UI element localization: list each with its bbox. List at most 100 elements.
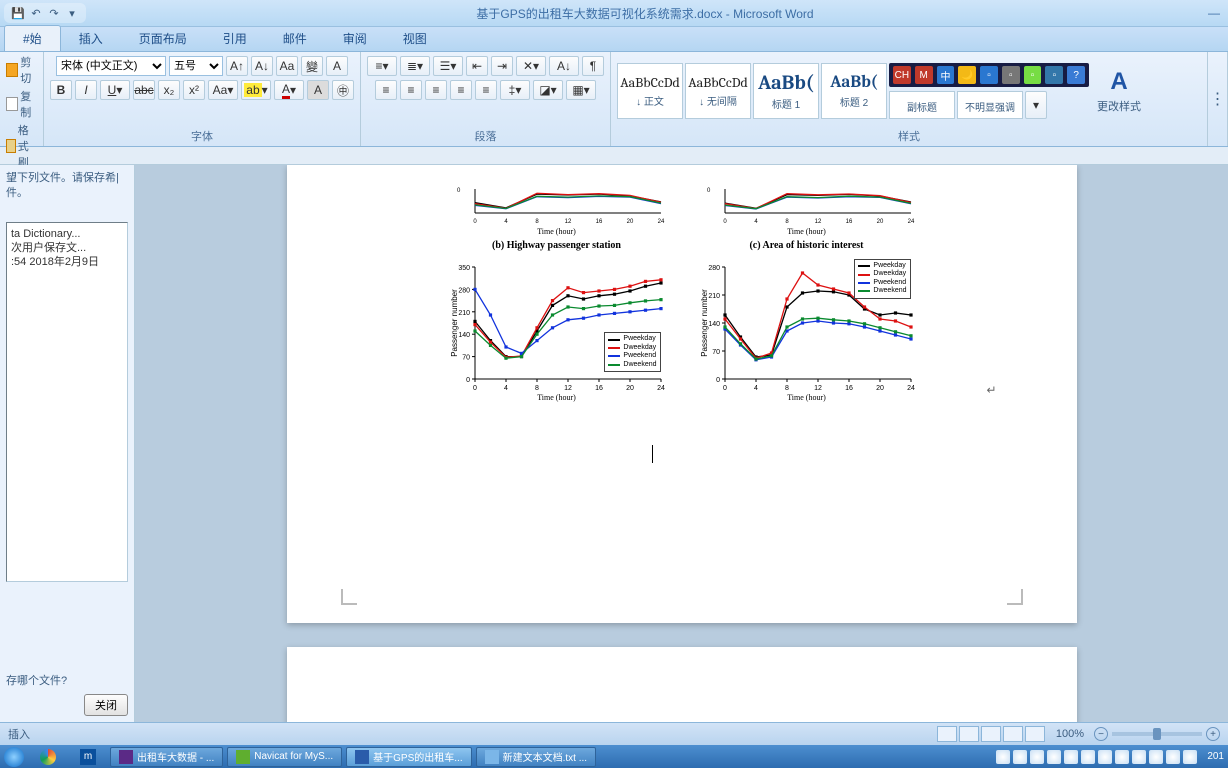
shading-button[interactable]: ◪▾: [533, 80, 563, 100]
superscript-button[interactable]: x²: [183, 80, 205, 100]
fullscreen-view-button[interactable]: [959, 726, 979, 742]
cut-button[interactable]: 剪切: [6, 54, 39, 86]
tray-icon[interactable]: [1183, 750, 1197, 764]
list-item[interactable]: ta Dictionary...: [11, 227, 123, 241]
tab-references[interactable]: 引用: [205, 26, 265, 51]
qat-dropdown-icon[interactable]: ▾: [64, 5, 80, 21]
pinned-chrome[interactable]: [28, 745, 68, 768]
tab-layout[interactable]: 页面布局: [121, 26, 205, 51]
tray-icon[interactable]: [1013, 750, 1027, 764]
save-icon[interactable]: 💾: [10, 5, 26, 21]
tab-mailings[interactable]: 邮件: [265, 26, 325, 51]
tray-icon[interactable]: [1098, 750, 1112, 764]
underline-button[interactable]: U▾: [100, 80, 130, 100]
styles-more-button[interactable]: ▾: [1025, 91, 1047, 119]
decrease-indent-button[interactable]: ⇤: [466, 56, 488, 76]
tray-icon[interactable]: [1166, 750, 1180, 764]
text-effects-button[interactable]: Aa▾: [208, 80, 238, 100]
ime-ch-icon[interactable]: CH: [893, 66, 911, 84]
start-button[interactable]: [4, 747, 24, 767]
tray-icon[interactable]: [1064, 750, 1078, 764]
align-left-button[interactable]: ≡: [375, 80, 397, 100]
format-painter-button[interactable]: 格式刷: [6, 122, 39, 170]
font-name-select[interactable]: 宋体 (中文正文): [56, 56, 166, 76]
tray-icon[interactable]: [996, 750, 1010, 764]
borders-button[interactable]: ▦▾: [566, 80, 596, 100]
document-area[interactable]: 048121620240 Time (hour) (b) Highway pas…: [135, 165, 1228, 722]
zoom-in-button[interactable]: +: [1206, 727, 1220, 741]
align-right-button[interactable]: ≡: [425, 80, 447, 100]
multilevel-button[interactable]: ☰▾: [433, 56, 463, 76]
ime-moon-icon[interactable]: 🌙: [958, 66, 976, 84]
font-color-button[interactable]: A▾: [274, 80, 304, 100]
undo-icon[interactable]: ↶: [28, 5, 44, 21]
minimize-icon[interactable]: —: [1204, 6, 1224, 20]
show-marks-button[interactable]: ¶: [582, 56, 604, 76]
style-heading2[interactable]: AaBb(标题 2: [821, 63, 887, 119]
sort-button[interactable]: A↓: [549, 56, 579, 76]
taskbar-item-active[interactable]: 基于GPS的出租车...: [346, 747, 471, 767]
tray-icon[interactable]: [1132, 750, 1146, 764]
ime-icon3[interactable]: ▫: [1024, 66, 1042, 84]
print-layout-view-button[interactable]: [937, 726, 957, 742]
style-nospacing[interactable]: AaBbCcDd↓ 无间隔: [685, 63, 751, 119]
align-center-button[interactable]: ≡: [400, 80, 422, 100]
copy-button[interactable]: 复制: [6, 88, 39, 120]
taskbar-item[interactable]: Navicat for MyS...: [227, 747, 342, 767]
bullets-button[interactable]: ≡▾: [367, 56, 397, 76]
ime-help-icon[interactable]: ?: [1067, 66, 1085, 84]
draft-view-button[interactable]: [1025, 726, 1045, 742]
taskbar-item[interactable]: 出租车大数据 - ...: [110, 747, 223, 767]
italic-button[interactable]: I: [75, 80, 97, 100]
style-normal[interactable]: AaBbCcDd↓ 正文: [617, 63, 683, 119]
recovery-list[interactable]: ta Dictionary... 次用户保存文... :54 2018年2月9日: [6, 222, 128, 582]
ime-m-icon[interactable]: M: [915, 66, 933, 84]
outline-view-button[interactable]: [1003, 726, 1023, 742]
font-size-select[interactable]: 五号: [169, 56, 223, 76]
ime-zhong-icon[interactable]: 中: [937, 66, 955, 84]
distribute-button[interactable]: ≡: [475, 80, 497, 100]
tray-icon[interactable]: [1149, 750, 1163, 764]
zoom-slider[interactable]: [1112, 732, 1202, 736]
style-heading1[interactable]: AaBb(标题 1: [753, 63, 819, 119]
ime-icon[interactable]: ▫: [980, 66, 998, 84]
highlight-button[interactable]: ab▾: [241, 80, 271, 100]
line-spacing-button[interactable]: ‡▾: [500, 80, 530, 100]
zoom-out-button[interactable]: −: [1094, 727, 1108, 741]
increase-indent-button[interactable]: ⇥: [491, 56, 513, 76]
tray-icon[interactable]: [1115, 750, 1129, 764]
strike-button[interactable]: abc: [133, 80, 155, 100]
tray-icon[interactable]: [1030, 750, 1044, 764]
phonetic-button[interactable]: 變: [301, 56, 323, 76]
ruler[interactable]: [0, 147, 1228, 165]
close-button[interactable]: 关闭: [84, 694, 128, 716]
system-tray[interactable]: [990, 750, 1203, 764]
numbering-button[interactable]: ≣▾: [400, 56, 430, 76]
tab-home[interactable]: #始: [4, 25, 61, 51]
ime-icon2[interactable]: ▫: [1002, 66, 1020, 84]
style-subtitle[interactable]: 副标题: [889, 91, 955, 119]
tray-icon[interactable]: [1081, 750, 1095, 764]
justify-button[interactable]: ≡: [450, 80, 472, 100]
char-shading-button[interactable]: A: [307, 80, 329, 100]
char-border-button[interactable]: A: [326, 56, 348, 76]
tab-review[interactable]: 审阅: [325, 26, 385, 51]
ltr-button[interactable]: ✕▾: [516, 56, 546, 76]
ime-toolbar[interactable]: CH M 中 🌙 ▫ ▫ ▫ ▫ ?: [889, 63, 1089, 87]
change-case-button[interactable]: Aa: [276, 56, 298, 76]
ime-icon4[interactable]: ▫: [1045, 66, 1063, 84]
taskbar-clock[interactable]: 201: [1203, 751, 1228, 762]
tab-view[interactable]: 视图: [385, 26, 445, 51]
redo-icon[interactable]: ↷: [46, 5, 62, 21]
change-styles-button[interactable]: A 更改样式: [1091, 68, 1147, 114]
web-layout-view-button[interactable]: [981, 726, 1001, 742]
group-editing[interactable]: ⋮: [1208, 52, 1228, 146]
tray-icon[interactable]: [1047, 750, 1061, 764]
enclose-char-button[interactable]: ㊥: [332, 80, 354, 100]
taskbar-item[interactable]: 新建文本文档.txt ...: [476, 747, 596, 767]
subscript-button[interactable]: x₂: [158, 80, 180, 100]
grow-font-button[interactable]: A↑: [226, 56, 248, 76]
shrink-font-button[interactable]: A↓: [251, 56, 273, 76]
tab-insert[interactable]: 插入: [61, 26, 121, 51]
style-subtle-emphasis[interactable]: 不明显强调: [957, 91, 1023, 119]
